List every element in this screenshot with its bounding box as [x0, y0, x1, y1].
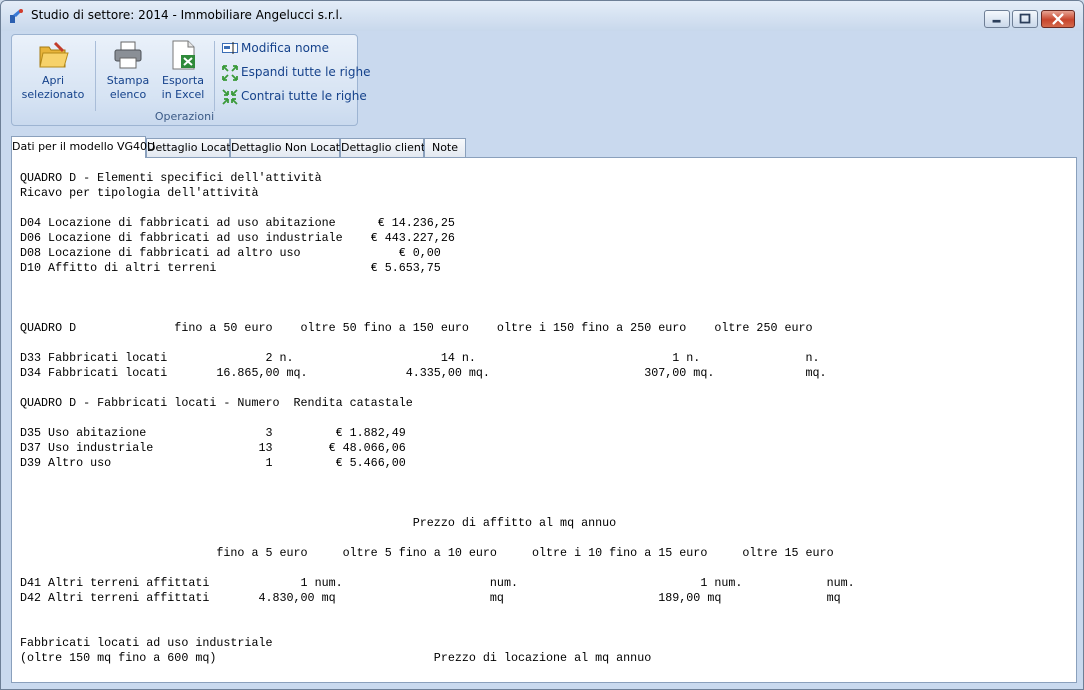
print-list-label: Stampa elenco: [106, 74, 150, 101]
expand-all-label: Espandi tutte le righe: [241, 65, 371, 79]
collapse-all-label: Contrai tutte le righe: [241, 89, 367, 103]
excel-export-icon: [172, 40, 195, 70]
close-button[interactable]: [1041, 10, 1075, 28]
minimize-button[interactable]: [984, 10, 1010, 28]
export-excel-button[interactable]: Esporta in Excel: [158, 39, 208, 102]
export-excel-label: Esporta in Excel: [161, 74, 205, 101]
open-selected-button[interactable]: Apri selezionato: [20, 39, 86, 102]
close-icon: [1052, 13, 1064, 25]
ribbon-group-label: Operazioni: [154, 110, 215, 123]
report-panel[interactable]: QUADRO D - Elementi specifici dell'attiv…: [11, 157, 1077, 683]
window-title: Studio di settore: 2014 - Immobiliare An…: [31, 8, 343, 22]
app-icon: [10, 9, 23, 23]
tab-note[interactable]: Note: [424, 138, 466, 157]
app-window: Studio di settore: 2014 - Immobiliare An…: [0, 0, 1084, 690]
ribbon-separator: [95, 41, 96, 111]
collapse-arrows-icon: [222, 89, 238, 105]
print-list-button[interactable]: Stampa elenco: [104, 39, 152, 102]
folder-open-icon: [39, 41, 69, 68]
report-text: QUADRO D - Elementi specifici dell'attiv…: [20, 171, 855, 682]
rename-label: Modifica nome: [241, 41, 329, 55]
ribbon-separator: [214, 41, 215, 111]
rename-icon: [222, 42, 238, 54]
ribbon-group-operazioni: Apri selezionato Stampa elenco Esporta i…: [11, 34, 371, 126]
expand-arrows-icon: [222, 65, 238, 81]
tab-dettaglio-clienti[interactable]: Dettaglio clienti: [340, 138, 428, 157]
maximize-button[interactable]: [1012, 10, 1038, 28]
open-selected-label: Apri selezionato: [21, 74, 85, 101]
tab-dettaglio-non-locati[interactable]: Dettaglio Non Locati: [230, 138, 343, 157]
tab-dati-modello[interactable]: Dati per il modello VG40U: [11, 136, 155, 158]
printer-icon: [114, 41, 142, 69]
title-bar: Studio di settore: 2014 - Immobiliare An…: [1, 1, 1083, 31]
tab-dettaglio-locati[interactable]: Dettaglio Locati: [146, 138, 234, 157]
minimize-icon: [992, 19, 1001, 23]
maximize-icon: [1019, 13, 1031, 24]
